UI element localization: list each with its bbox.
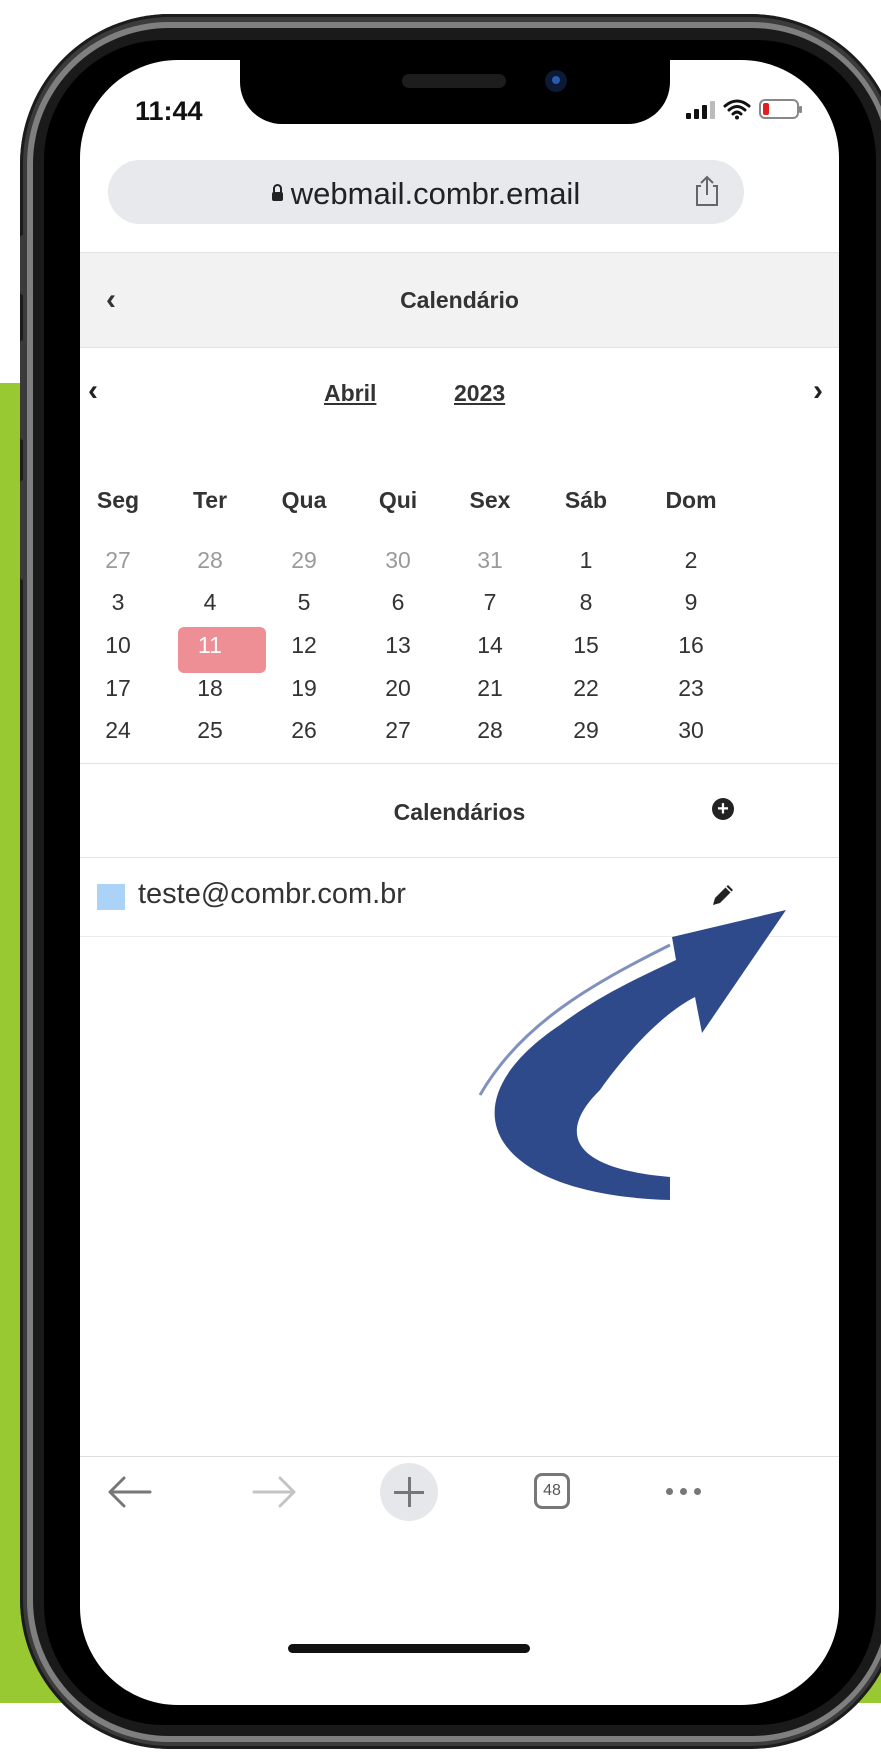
mute-switch [20, 235, 26, 295]
share-icon[interactable] [692, 174, 722, 208]
calendar-day[interactable]: 18 [170, 672, 250, 704]
calendar-day[interactable]: 5 [264, 586, 344, 618]
url-label: webmail.combr.email [290, 176, 581, 211]
calendar-day[interactable]: 15 [546, 629, 626, 661]
home-indicator [288, 1644, 530, 1653]
calendar-day[interactable]: 17 [80, 672, 158, 704]
calendar-day[interactable]: 31 [450, 544, 530, 576]
notch [240, 60, 670, 124]
calendar-day[interactable]: 25 [170, 714, 250, 746]
calendar-day[interactable]: 23 [651, 672, 731, 704]
back-arrow-icon[interactable] [102, 1472, 156, 1512]
calendar-day[interactable]: 3 [80, 586, 158, 618]
weekday-header: Ter [192, 487, 228, 513]
status-time: 11:44 [135, 96, 203, 126]
calendar-day[interactable]: 4 [170, 586, 250, 618]
wifi-icon [723, 99, 751, 120]
calendar-day[interactable]: 8 [546, 586, 626, 618]
volume-up-button [20, 340, 26, 440]
calendar-day[interactable]: 28 [170, 544, 250, 576]
calendar-day[interactable]: 1 [546, 544, 626, 576]
calendar-day[interactable]: 6 [358, 586, 438, 618]
weekday-header: Sex [469, 487, 511, 513]
calendar-day[interactable]: 26 [264, 714, 344, 746]
month-navigation: ‹ Abril 2023 › [80, 346, 839, 436]
calendar-day[interactable]: 21 [450, 672, 530, 704]
calendar-day[interactable]: 27 [358, 714, 438, 746]
calendar-day[interactable]: 27 [80, 544, 158, 576]
calendar-name: teste@combr.com.br [138, 878, 406, 910]
weekday-header: Dom [665, 487, 717, 513]
lock-icon [271, 184, 283, 201]
volume-down-button [20, 480, 26, 580]
calendar-day[interactable]: 19 [264, 672, 344, 704]
month-selector[interactable]: Abril [324, 380, 376, 407]
prev-month-icon[interactable]: ‹ [88, 374, 98, 408]
calendar-color-swatch [97, 884, 125, 910]
calendar-day[interactable]: 16 [651, 629, 731, 661]
page-header: ‹ Calendário [80, 252, 839, 348]
calendar-day[interactable]: 14 [450, 629, 530, 661]
calendar-day[interactable]: 30 [651, 714, 731, 746]
more-menu-icon[interactable] [666, 1488, 701, 1495]
new-tab-button[interactable] [380, 1463, 438, 1521]
curved-arrow-icon [478, 910, 786, 1200]
calendar-day[interactable]: 24 [80, 714, 158, 746]
weekday-header: Sáb [564, 487, 608, 513]
calendar-day[interactable]: 9 [651, 586, 731, 618]
page-title: Calendário [400, 287, 519, 313]
year-selector[interactable]: 2023 [454, 380, 505, 407]
weekday-header: Qui [378, 487, 418, 513]
address-bar[interactable]: webmail.combr.email [108, 160, 744, 224]
calendar-day[interactable]: 20 [358, 672, 438, 704]
url-text: webmail.combr.email [108, 176, 744, 212]
calendar-day[interactable]: 10 [80, 629, 158, 661]
calendar-day[interactable]: 28 [450, 714, 530, 746]
calendar-day[interactable]: 30 [358, 544, 438, 576]
speaker [402, 74, 506, 88]
next-month-icon[interactable]: › [813, 374, 823, 408]
signal-icon [686, 99, 715, 119]
battery-icon [759, 99, 802, 119]
weekday-header: Qua [281, 487, 327, 513]
weekday-header: Seg [96, 487, 140, 513]
phone-screen: 11:44 webmail.combr.email ‹ Calendário ‹… [80, 60, 839, 1705]
browser-toolbar-divider [80, 1456, 839, 1457]
camera [545, 70, 567, 92]
forward-arrow-icon[interactable] [248, 1472, 302, 1512]
add-calendar-icon[interactable]: + [712, 798, 734, 820]
tabs-count-button[interactable]: 48 [534, 1473, 570, 1509]
status-icons [686, 98, 802, 120]
calendar-day[interactable]: 22 [546, 672, 626, 704]
divider [80, 763, 839, 764]
calendar-day[interactable]: 2 [651, 544, 731, 576]
calendar-day[interactable]: 29 [546, 714, 626, 746]
calendar-day[interactable]: 12 [264, 629, 344, 661]
calendar-day[interactable]: 13 [358, 629, 438, 661]
calendar-day[interactable]: 7 [450, 586, 530, 618]
calendar-day[interactable]: 29 [264, 544, 344, 576]
calendar-day[interactable]: 11 [170, 629, 250, 661]
